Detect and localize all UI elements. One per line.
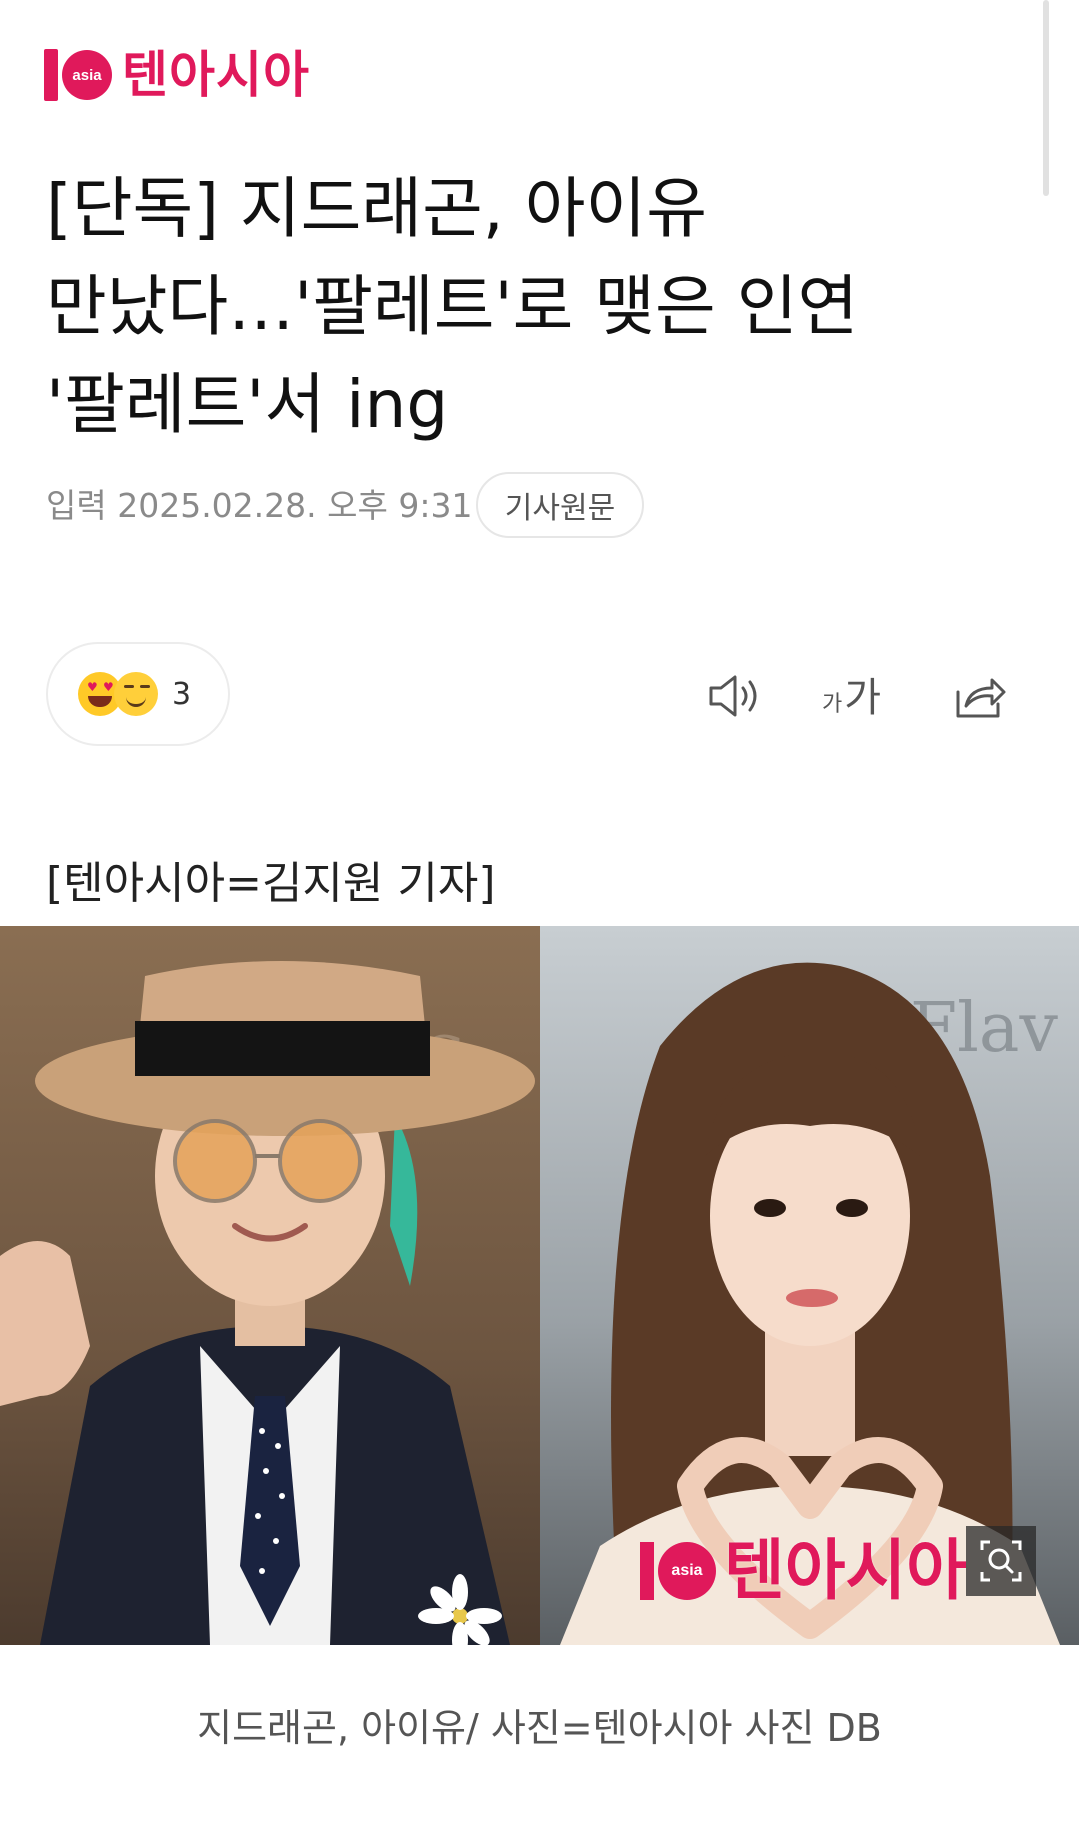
zoom-icon[interactable] [966,1526,1036,1596]
watermark-mark-one [640,1542,654,1600]
logo-mark-one [44,49,58,101]
original-article-button[interactable]: 기사원문 [476,472,644,538]
article-photo[interactable]: B&C [0,926,1079,1645]
reaction-count: 3 [172,676,192,712]
logo-name: 텐아시아 [122,46,310,104]
font-size-big-label: 가 [844,675,882,721]
wink-emoji-icon [114,672,158,716]
font-size-icon[interactable]: 가 가 [822,664,881,724]
watermark-mark-circle: asia [658,1542,716,1600]
publish-date: 입력 2025.02.28. 오후 9:31 [46,486,473,525]
photo-caption: 지드래곤, 아이유/ 사진=텐아시아 사진 DB [197,1706,882,1750]
logo-mark-circle: asia [62,50,112,100]
photo-left-portrait: B&C [0,926,540,1645]
byline: [텐아시아=김지원 기자] [46,858,496,909]
font-size-small-label: 가 [822,692,843,717]
scrollbar[interactable] [1043,0,1049,196]
logo-badge-text: asia [72,66,102,84]
article-title: [단독] 지드래곤, 아이유 만났다…'팔레트'로 맺은 인연 '팔레트'서 i… [46,170,859,443]
site-logo[interactable]: asia 텐아시아 [44,44,310,106]
reaction-button[interactable]: ♥ ♥ 3 [46,642,230,746]
watermark-badge-text: asia [671,1562,703,1579]
watermark-name: 텐아시아 [724,1532,967,1609]
speaker-icon[interactable] [706,668,766,724]
photo-watermark: asia 텐아시아 [640,1536,967,1606]
share-icon[interactable] [950,668,1010,724]
